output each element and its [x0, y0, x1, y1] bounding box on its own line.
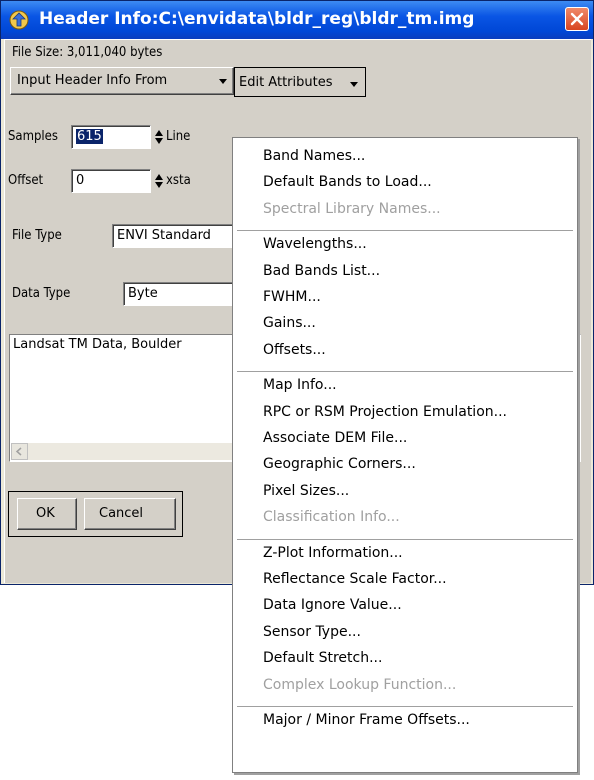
- menu-item-reflectance-scale-factor[interactable]: Reflectance Scale Factor...: [263, 571, 447, 587]
- menu-item-default-stretch[interactable]: Default Stretch...: [263, 650, 382, 666]
- samples-spinner-icon[interactable]: [154, 129, 164, 145]
- cancel-button[interactable]: Cancel: [84, 498, 176, 530]
- file-type-value: ENVI Standard: [117, 228, 211, 243]
- input-header-info-menu-button[interactable]: Input Header Info From: [10, 67, 234, 95]
- file-size-text: File Size: 3,011,040 bytes: [12, 45, 163, 60]
- chevron-down-icon: [350, 82, 358, 87]
- samples-label: Samples: [8, 129, 58, 144]
- menu-item-gains[interactable]: Gains...: [263, 315, 316, 331]
- menu-item-major-minor-frame-offsets[interactable]: Major / Minor Frame Offsets...: [263, 712, 470, 728]
- envi-globe-icon: [9, 10, 29, 30]
- file-type-label: File Type: [12, 228, 62, 243]
- menu-item-default-bands-to-load[interactable]: Default Bands to Load...: [263, 174, 432, 190]
- lines-label: Line: [166, 129, 191, 144]
- chevron-left-icon: [15, 447, 22, 456]
- chevron-down-icon: [219, 79, 227, 84]
- menu-separator: [237, 230, 573, 232]
- edit-attributes-label: Edit Attributes: [239, 75, 333, 90]
- file-type-select[interactable]: ENVI Standard: [112, 224, 237, 248]
- menu-item-sensor-type[interactable]: Sensor Type...: [263, 624, 361, 640]
- menu-item-bad-bands-list[interactable]: Bad Bands List...: [263, 263, 380, 279]
- menu-item-band-names[interactable]: Band Names...: [263, 148, 365, 164]
- menu-item-associate-dem-file[interactable]: Associate DEM File...: [263, 430, 407, 446]
- ok-label: OK: [36, 506, 55, 521]
- ok-button[interactable]: OK: [17, 498, 77, 530]
- menu-separator: [237, 538, 573, 540]
- samples-value: 615: [76, 129, 103, 144]
- close-icon: [570, 12, 584, 26]
- title-bar[interactable]: Header Info:C:\envidata\bldr_reg\bldr_tm…: [1, 1, 593, 39]
- offset-value: 0: [76, 173, 85, 188]
- offset-input[interactable]: 0: [71, 169, 151, 193]
- cancel-label: Cancel: [99, 506, 144, 521]
- offset-label: Offset: [8, 173, 44, 188]
- xstart-label: xsta: [166, 173, 191, 188]
- menu-item-rpc-or-rsm-projection-emulation[interactable]: RPC or RSM Projection Emulation...: [263, 404, 507, 420]
- menu-item-wavelengths[interactable]: Wavelengths...: [263, 236, 367, 252]
- window-title: Header Info:C:\envidata\bldr_reg\bldr_tm…: [39, 9, 475, 29]
- menu-item-pixel-sizes[interactable]: Pixel Sizes...: [263, 483, 349, 499]
- menu-item-classification-info: Classification Info...: [263, 509, 400, 526]
- menu-item-fwhm[interactable]: FWHM...: [263, 289, 321, 305]
- data-type-label: Data Type: [12, 286, 71, 301]
- scroll-left-button[interactable]: [11, 443, 28, 460]
- edit-attributes-menu-button[interactable]: Edit Attributes: [234, 67, 366, 97]
- menu-item-spectral-library-names: Spectral Library Names...: [263, 200, 441, 217]
- menu-separator: [237, 371, 573, 373]
- menu-item-data-ignore-value[interactable]: Data Ignore Value...: [263, 597, 402, 613]
- samples-input[interactable]: 615: [71, 125, 151, 149]
- menu-separator: [237, 706, 573, 707]
- offset-spinner-icon[interactable]: [154, 173, 164, 189]
- menu-item-z-plot-information[interactable]: Z-Plot Information...: [263, 545, 403, 561]
- data-type-select[interactable]: Byte: [123, 282, 237, 306]
- description-text: Landsat TM Data, Boulder: [13, 337, 182, 352]
- data-type-value: Byte: [128, 286, 158, 301]
- input-header-info-label: Input Header Info From: [17, 73, 168, 88]
- menu-item-geographic-corners[interactable]: Geographic Corners...: [263, 456, 416, 472]
- edit-attributes-dropdown-menu: Band Names... Default Bands to Load... Spe…: [232, 137, 578, 773]
- menu-item-map-info[interactable]: Map Info...: [263, 377, 337, 393]
- menu-item-offsets[interactable]: Offsets...: [263, 342, 326, 358]
- menu-item-complex-lookup-function: Complex Lookup Function...: [263, 676, 457, 693]
- close-button[interactable]: [565, 7, 589, 31]
